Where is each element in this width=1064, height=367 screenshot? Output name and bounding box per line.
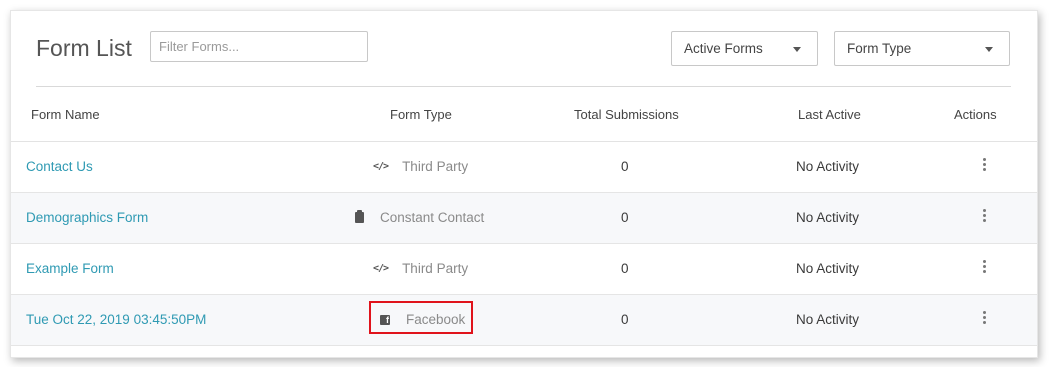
form-type-label: Third Party [402,159,469,174]
chevron-down-icon [793,47,801,52]
form-type-cell: Constant Contact [355,210,484,225]
form-list-header: Form List Active Forms Form Type [11,11,1037,87]
more-actions-icon[interactable] [981,311,987,327]
more-actions-icon[interactable] [981,260,987,276]
form-name-link[interactable]: Example Form [26,261,114,276]
column-header-last-active[interactable]: Last Active [798,107,861,122]
page-title: Form List [36,35,132,61]
column-header-form-name[interactable]: Form Name [31,107,100,122]
table-header: Form Name Form Type Total Submissions La… [11,88,1037,142]
form-type-label: Third Party [402,261,469,276]
form-type-cell: </> Third Party [373,159,468,174]
submissions-count: 0 [621,210,629,225]
column-header-actions: Actions [954,107,997,122]
form-type-dropdown[interactable]: Form Type [834,31,1010,66]
form-name-link[interactable]: Contact Us [26,159,93,174]
form-type-cell: f Facebook [380,312,465,327]
more-actions-icon[interactable] [981,209,987,225]
table-row: Tue Oct 22, 2019 03:45:50PM f Facebook 0… [11,295,1037,346]
active-forms-dropdown[interactable]: Active Forms [671,31,818,66]
active-forms-dropdown-label: Active Forms [684,41,763,56]
code-icon: </> [373,161,389,172]
filter-forms-input[interactable] [150,31,368,62]
form-type-label: Constant Contact [380,210,485,225]
last-active-value: No Activity [796,210,860,225]
submissions-count: 0 [621,312,629,327]
form-name-link[interactable]: Tue Oct 22, 2019 03:45:50PM [26,312,206,327]
more-actions-icon[interactable] [981,158,987,174]
chevron-down-icon [985,47,993,52]
last-active-value: No Activity [796,159,860,174]
column-header-total-submissions[interactable]: Total Submissions [574,107,679,122]
form-type-cell: </> Third Party [373,261,468,276]
last-active-value: No Activity [796,261,860,276]
column-header-form-type[interactable]: Form Type [390,107,452,122]
forms-table: Form Name Form Type Total Submissions La… [11,88,1037,346]
form-name-link[interactable]: Demographics Form [26,210,148,225]
table-row: Example Form </> Third Party 0 No Activi… [11,244,1037,295]
form-list-card: Form List Active Forms Form Type Form Na… [10,10,1038,358]
submissions-count: 0 [621,261,629,276]
submissions-count: 0 [621,159,629,174]
table-row: Demographics Form Constant Contact 0 No … [11,193,1037,244]
form-type-dropdown-label: Form Type [847,41,912,56]
table-row: Contact Us </> Third Party 0 No Activity [11,142,1037,193]
facebook-icon: f [380,314,390,325]
last-active-value: No Activity [796,312,860,327]
divider [36,86,1011,87]
code-icon: </> [373,263,389,274]
form-type-label: Facebook [406,312,466,327]
clipboard-icon [355,210,364,223]
